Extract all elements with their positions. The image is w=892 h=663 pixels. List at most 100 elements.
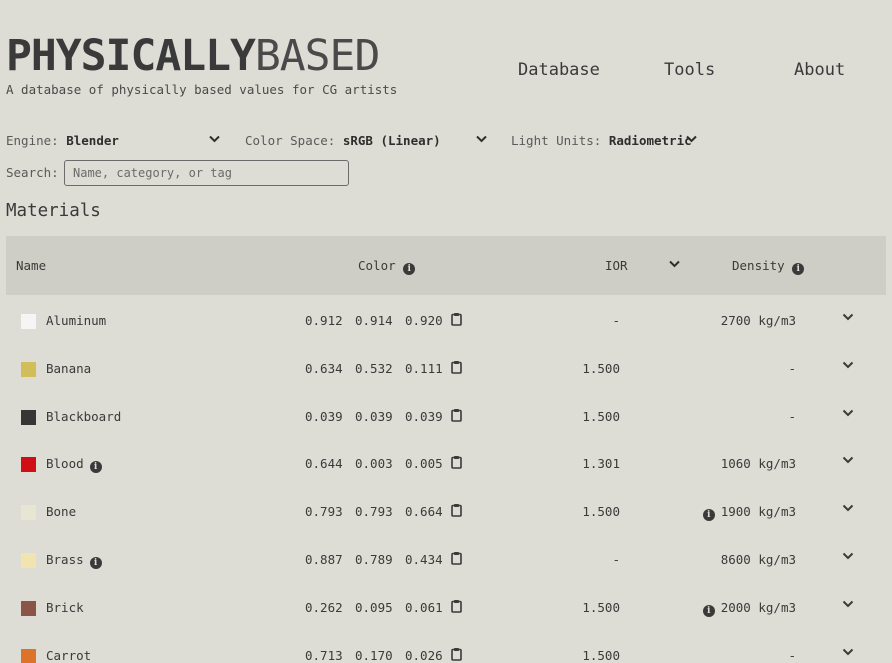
chevron-down-icon — [686, 135, 697, 143]
header-name[interactable]: Name — [16, 258, 46, 273]
clipboard-icon[interactable] — [451, 599, 462, 613]
color-b: 0.434 — [405, 551, 443, 567]
density-value: i 1900 kg/m3 — [686, 504, 796, 522]
lightunits-value: Radiometric — [608, 133, 692, 148]
color-r: 0.039 — [305, 408, 343, 424]
material-name[interactable]: Aluminum — [46, 313, 106, 328]
density-value: - — [686, 361, 796, 376]
clipboard-icon[interactable] — [451, 647, 462, 661]
clipboard-icon[interactable] — [451, 360, 462, 374]
info-icon[interactable]: i — [792, 263, 805, 275]
expand-row-button[interactable] — [842, 409, 854, 417]
expand-row-button[interactable] — [842, 552, 854, 560]
color-r: 0.713 — [305, 647, 343, 663]
color-b: 0.005 — [405, 456, 443, 472]
chevron-down-icon — [842, 648, 854, 656]
header-color-label: Color — [358, 258, 396, 273]
engine-select[interactable]: Engine: Blender — [6, 133, 220, 148]
color-swatch — [21, 409, 36, 425]
expand-row-button[interactable] — [842, 648, 854, 656]
density-text: 8600 kg/m3 — [720, 551, 796, 567]
color-b: 0.061 — [405, 599, 443, 615]
info-icon[interactable]: i — [702, 604, 715, 617]
info-icon[interactable]: i — [702, 509, 715, 522]
color-b: 0.026 — [405, 647, 443, 663]
materials-table: Aluminum 0.912 0.914 0.920 - 2700 kg/m3 Banana… — [6, 296, 886, 663]
clipboard-icon[interactable] — [451, 312, 462, 326]
expand-row-button[interactable] — [842, 600, 854, 608]
info-icon[interactable]: i — [89, 556, 102, 569]
logo-bold: PHYSICALLY — [6, 31, 256, 81]
table-row[interactable]: Aluminum 0.912 0.914 0.920 - 2700 kg/m3 — [6, 296, 886, 344]
expand-row-button[interactable] — [842, 361, 854, 369]
nav-database[interactable]: Database — [518, 60, 600, 80]
material-name[interactable]: Blackboard — [46, 409, 121, 424]
color-b: 0.664 — [405, 504, 443, 520]
ior-value: 1.500 — [582, 599, 620, 615]
header-color: Color i — [358, 258, 416, 275]
expand-row-button[interactable] — [842, 313, 854, 321]
ior-value: 1.500 — [582, 360, 620, 376]
clipboard-icon[interactable] — [451, 455, 462, 470]
material-name[interactable]: Carrot — [46, 648, 91, 663]
material-name-label: Aluminum — [46, 313, 107, 328]
table-row[interactable]: Blood i 0.644 0.003 0.005 1.301 1060 kg/m3 — [6, 439, 886, 487]
material-name[interactable]: Brass i — [46, 552, 102, 569]
chevron-down-icon — [842, 600, 854, 608]
table-row[interactable]: Brick 0.262 0.095 0.061 1.500 i 2000 kg/m3 — [6, 583, 886, 631]
color-swatch — [21, 600, 36, 616]
color-r: 0.262 — [305, 599, 343, 615]
clipboard-icon[interactable] — [451, 408, 462, 422]
table-row[interactable]: Blackboard 0.039 0.039 0.039 1.500 - — [6, 392, 886, 440]
colorspace-select[interactable]: Color Space: sRGB (Linear) — [245, 133, 487, 148]
table-row[interactable]: Carrot 0.713 0.170 0.026 1.500 - — [6, 631, 886, 663]
color-r: 0.887 — [305, 551, 343, 567]
search-input[interactable] — [64, 160, 349, 186]
material-name-label: Bone — [46, 504, 77, 520]
material-name[interactable]: Bone — [46, 504, 76, 519]
density-text: - — [788, 360, 796, 376]
material-name[interactable]: Banana — [46, 361, 91, 376]
info-icon[interactable]: i — [403, 263, 416, 275]
lightunits-select[interactable]: Light Units: Radiometric — [511, 133, 697, 148]
color-g: 0.003 — [355, 456, 393, 472]
table-row[interactable]: Bone 0.793 0.793 0.664 1.500 i 1900 kg/m3 — [6, 487, 886, 535]
table-row[interactable]: Brass i 0.887 0.789 0.434 - 8600 kg/m3 — [6, 535, 886, 583]
ior-value: - — [612, 313, 620, 328]
material-name-label: Brass — [46, 551, 84, 567]
header-ior-label: IOR — [605, 258, 628, 273]
material-name-label: Banana — [46, 360, 92, 376]
chevron-down-icon — [209, 135, 220, 143]
colorspace-value: sRGB (Linear) — [342, 133, 441, 148]
table-row[interactable]: Banana 0.634 0.532 0.111 1.500 - — [6, 344, 886, 392]
clipboard-icon[interactable] — [451, 551, 462, 565]
nav-tools[interactable]: Tools — [664, 60, 715, 80]
color-g: 0.170 — [355, 647, 393, 663]
color-g: 0.095 — [355, 599, 393, 615]
chevron-down-icon[interactable] — [669, 260, 680, 268]
lightunits-label: Light Units: — [511, 133, 602, 148]
site-logo[interactable]: PHYSICALLYBASED — [6, 31, 380, 81]
density-text: 1060 kg/m3 — [720, 456, 796, 472]
material-name[interactable]: Brick — [46, 600, 84, 615]
expand-row-button[interactable] — [842, 504, 854, 512]
density-text: 1900 kg/m3 — [720, 504, 796, 520]
section-title: Materials — [6, 201, 101, 221]
nav-about[interactable]: About — [794, 60, 845, 80]
ior-value: - — [612, 551, 620, 567]
search-label: Search: — [6, 165, 59, 180]
header-ior[interactable]: IOR — [605, 258, 628, 273]
chevron-down-icon — [842, 504, 854, 512]
clipboard-icon[interactable] — [451, 503, 462, 517]
chevron-down-icon — [476, 135, 487, 143]
chevron-down-icon — [842, 313, 854, 321]
density-text: 2700 kg/m3 — [720, 313, 796, 328]
chevron-down-icon — [842, 552, 854, 560]
info-icon[interactable]: i — [89, 461, 102, 474]
color-g: 0.914 — [355, 313, 393, 328]
material-name[interactable]: Blood i — [46, 456, 102, 474]
expand-row-button[interactable] — [842, 456, 854, 464]
ior-value: 1.500 — [582, 504, 620, 520]
density-text: - — [788, 647, 796, 663]
color-swatch — [21, 552, 36, 568]
